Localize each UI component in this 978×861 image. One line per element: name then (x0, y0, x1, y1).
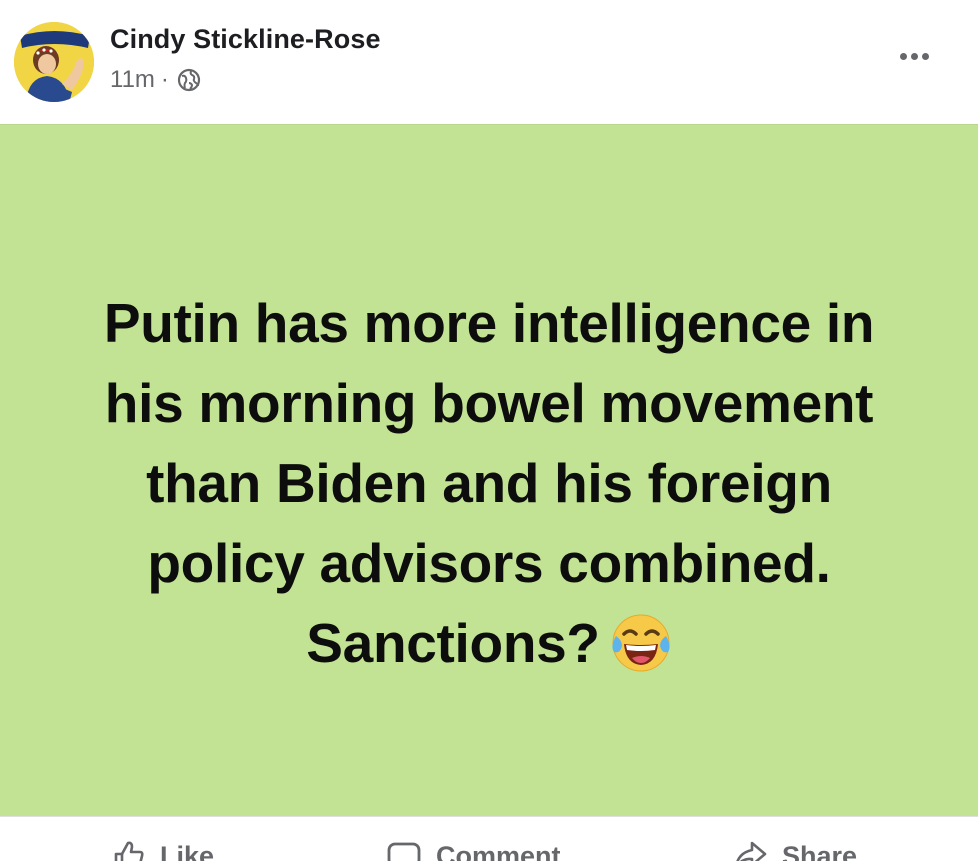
comment-label: Comment (436, 840, 561, 861)
author-avatar[interactable] (14, 22, 94, 102)
post-time[interactable]: 11m (110, 66, 155, 94)
we-can-do-it-avatar-icon (14, 22, 94, 102)
share-button[interactable]: Share (732, 839, 857, 861)
facebook-post: Cindy Stickline-Rose 11m · Putin has mor… (0, 0, 978, 861)
post-text-line: than Biden and his foreign (146, 452, 832, 514)
more-horizontal-icon (910, 52, 918, 60)
post-text-sanctions: Sanctions? (306, 612, 600, 674)
post-text-line-last: Sanctions? (40, 603, 938, 683)
like-label: Like (160, 840, 215, 861)
more-options-button[interactable] (888, 38, 940, 74)
tears-of-joy-emoji-icon (610, 612, 672, 674)
share-label: Share (782, 840, 858, 861)
like-button[interactable]: Like (112, 839, 214, 861)
more-horizontal-icon (921, 52, 929, 60)
post-text-line: Putin has more intelligence in (103, 292, 875, 354)
thumbs-up-icon (114, 841, 144, 861)
share-icon (736, 841, 767, 861)
author-name[interactable]: Cindy Stickline-Rose (110, 24, 381, 55)
post-text-line: policy advisors combined. (147, 532, 831, 594)
post-header: Cindy Stickline-Rose 11m · (0, 0, 978, 124)
post-text: Putin has more intelligence in his morni… (40, 283, 938, 683)
comment-icon (387, 842, 421, 861)
post-actions-bar: Like Comment Share (0, 816, 978, 861)
post-content: Putin has more intelligence in his morni… (0, 124, 978, 817)
comment-button[interactable]: Comment (386, 839, 561, 861)
more-horizontal-icon (899, 52, 907, 60)
post-meta: 11m · (110, 66, 201, 94)
post-text-line: his morning bowel movement (104, 372, 874, 434)
meta-separator: · (160, 66, 169, 93)
globe-icon[interactable] (177, 68, 201, 92)
